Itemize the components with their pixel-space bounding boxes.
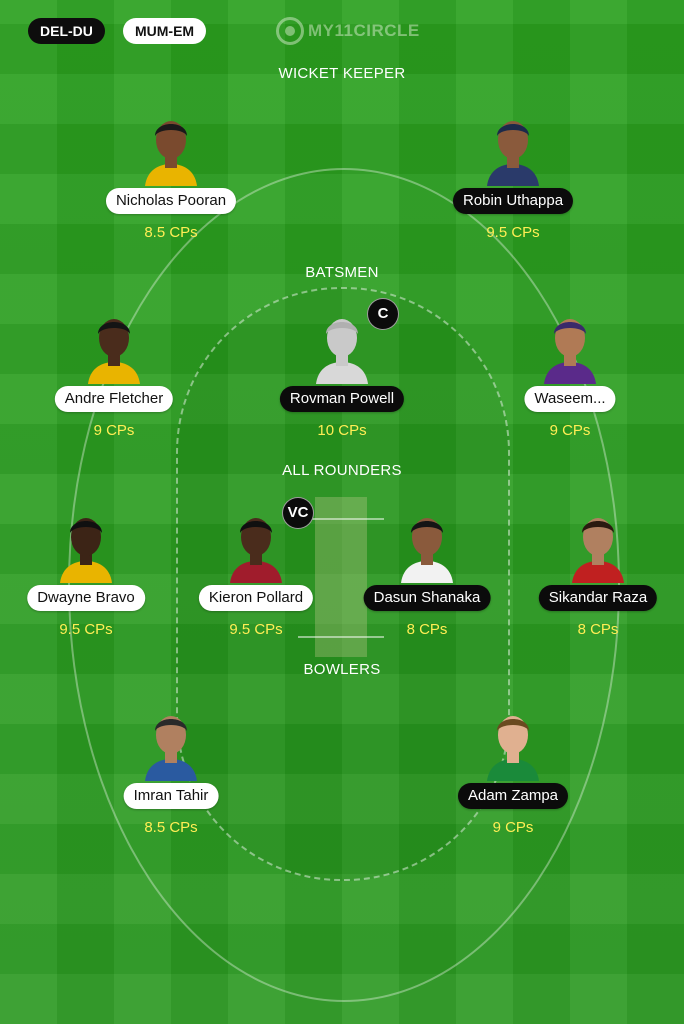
player-credits: 9.5 CPs (486, 224, 540, 241)
watermark-text: MY11CIRCLE (308, 21, 420, 40)
player-credits: 8 CPs (577, 621, 619, 638)
player-name-label: Sikandar Raza (538, 585, 658, 611)
player-avatar-icon (395, 507, 459, 583)
player-credits: 9 CPs (492, 819, 534, 836)
tab-match-1[interactable]: DEL-DU (28, 18, 105, 44)
player-credits: 9.5 CPs (229, 621, 283, 638)
captain-badge: C (367, 298, 399, 330)
player-avatar-icon (224, 507, 288, 583)
player-card-zampa[interactable]: Adam Zampa 9 CPs (413, 705, 613, 855)
player-card-uthappa[interactable]: Robin Uthappa 9.5 CPs (413, 110, 613, 260)
player-name-label: Nicholas Pooran (105, 188, 237, 214)
section-title-batsmen: BATSMEN (305, 264, 379, 281)
player-card-waseem[interactable]: Waseem... 9 CPs (470, 308, 670, 458)
section-title-bowlers: BOWLERS (303, 661, 381, 678)
player-name-label: Imran Tahir (123, 783, 219, 809)
player-avatar-icon (54, 507, 118, 583)
section-title-all-rounders: ALL ROUNDERS (282, 462, 402, 479)
player-card-pollard[interactable]: Kieron Pollard 9.5 CPs (156, 507, 356, 657)
player-avatar-icon (310, 308, 374, 384)
player-avatar-icon (481, 705, 545, 781)
player-avatar-icon (139, 705, 203, 781)
player-card-raza[interactable]: Sikandar Raza 8 CPs (498, 507, 684, 657)
player-card-shanaka[interactable]: Dasun Shanaka 8 CPs (327, 507, 527, 657)
player-credits: 9 CPs (93, 422, 135, 439)
player-avatar-icon (82, 308, 146, 384)
player-credits: 9 CPs (549, 422, 591, 439)
section-title-wicket-keeper: WICKET KEEPER (278, 65, 406, 82)
player-name-label: Kieron Pollard (198, 585, 314, 611)
my11circle-watermark: MY11CIRCLE (276, 14, 420, 48)
player-card-pooran[interactable]: Nicholas Pooran 8.5 CPs (71, 110, 271, 260)
player-name-label: Adam Zampa (457, 783, 569, 809)
player-credits: 10 CPs (317, 422, 367, 439)
player-name-label: Waseem... (524, 386, 616, 412)
player-avatar-icon (139, 110, 203, 186)
my11circle-logo-icon (276, 17, 304, 45)
player-name-label: Dwayne Bravo (27, 585, 145, 611)
player-name-label: Rovman Powell (279, 386, 405, 412)
player-card-powell[interactable]: Rovman Powell 10 CPs (242, 308, 442, 458)
player-avatar-icon (566, 507, 630, 583)
player-name-label: Dasun Shanaka (363, 585, 491, 611)
player-credits: 8 CPs (406, 621, 448, 638)
tab-match-2[interactable]: MUM-EM (123, 18, 207, 44)
player-card-fletcher[interactable]: Andre Fletcher 9 CPs (14, 308, 214, 458)
player-credits: 8.5 CPs (144, 819, 198, 836)
vice-captain-badge: VC (282, 497, 314, 529)
player-name-label: Andre Fletcher (54, 386, 174, 412)
player-avatar-icon (538, 308, 602, 384)
player-card-tahir[interactable]: Imran Tahir 8.5 CPs (71, 705, 271, 855)
player-avatar-icon (481, 110, 545, 186)
player-name-label: Robin Uthappa (452, 188, 574, 214)
player-credits: 8.5 CPs (144, 224, 198, 241)
